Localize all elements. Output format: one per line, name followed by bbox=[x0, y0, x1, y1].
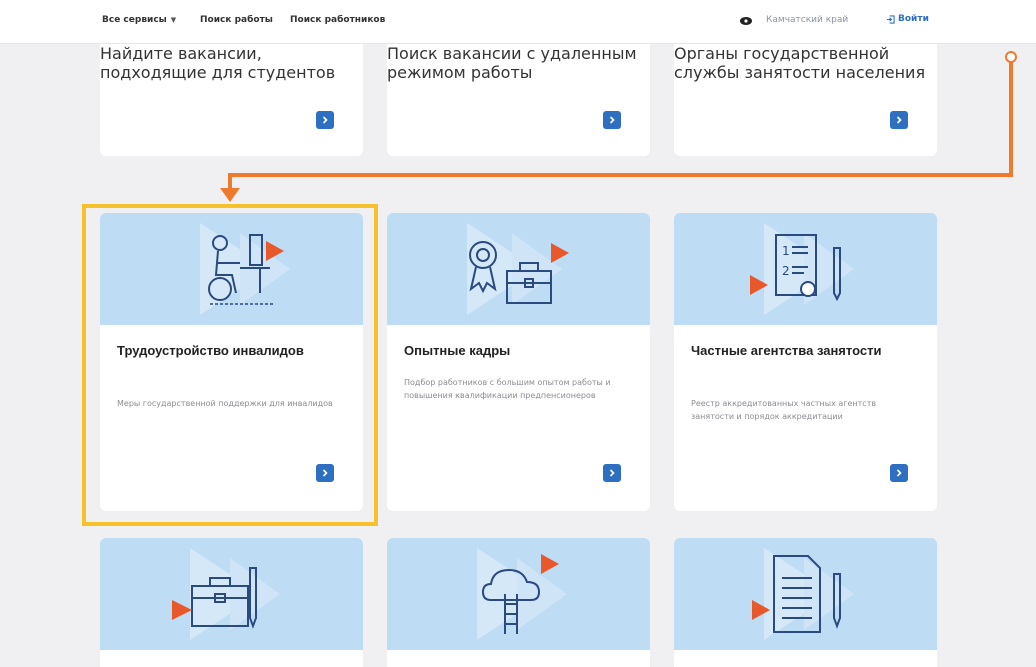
card-students: Найдите вакансии, подходящие для студент… bbox=[100, 44, 363, 156]
card-banner bbox=[100, 213, 363, 325]
card-description: Поиск вакансии с удаленным режимом работ… bbox=[387, 44, 637, 82]
card-description: Реестр аккредитованных частных агентств … bbox=[691, 399, 877, 421]
login-icon bbox=[886, 14, 895, 24]
nav-all-services[interactable]: Все сервисы ▼ bbox=[102, 15, 176, 25]
card-description: Органы государственной службы занятости … bbox=[674, 44, 926, 82]
card-open-button[interactable] bbox=[890, 111, 908, 129]
card-banner bbox=[100, 538, 363, 650]
card-banner bbox=[387, 213, 650, 325]
card-disabled-employment[interactable]: Трудоустройство инвалидов Меры государст… bbox=[100, 213, 363, 511]
chevron-right-icon bbox=[609, 469, 615, 477]
cloud-ladder-icon bbox=[477, 548, 567, 640]
eye-icon[interactable] bbox=[740, 17, 752, 25]
card-private-agencies[interactable]: 1 2 Частные агентства занятости Реестр а… bbox=[674, 213, 937, 511]
top-header: Все сервисы ▼ Поиск работы Поиск работник… bbox=[0, 0, 1036, 44]
certificate-document-icon: 1 2 bbox=[750, 223, 854, 315]
nav-all-services-label: Все сервисы bbox=[102, 15, 167, 25]
card-open-button[interactable] bbox=[890, 464, 908, 482]
card-title: Трудоустройство инвалидов bbox=[117, 343, 304, 358]
card-banner bbox=[387, 538, 650, 650]
card-bottom-1[interactable] bbox=[100, 538, 363, 667]
login-label: Войти bbox=[898, 14, 929, 24]
card-remote-work: Поиск вакансии с удаленным режимом работ… bbox=[387, 44, 650, 156]
wheelchair-worker-icon bbox=[200, 223, 290, 315]
nav-job-search[interactable]: Поиск работы bbox=[200, 15, 273, 25]
card-description: Меры государственной поддержки для инвал… bbox=[117, 399, 333, 408]
card-experienced-staff[interactable]: Опытные кадры Подбор работников с больши… bbox=[387, 213, 650, 511]
chevron-right-icon bbox=[322, 116, 328, 124]
svg-text:1: 1 bbox=[782, 244, 790, 258]
card-title: Опытные кадры bbox=[404, 343, 511, 358]
login-button[interactable]: Войти bbox=[886, 14, 929, 24]
card-title: Частные агентства занятости bbox=[691, 343, 882, 358]
card-bottom-2[interactable] bbox=[387, 538, 650, 667]
region-selector[interactable]: Камчатский край bbox=[766, 15, 848, 25]
card-employment-services: Органы государственной службы занятости … bbox=[674, 44, 937, 156]
document-pen-icon bbox=[752, 548, 854, 640]
card-open-button[interactable] bbox=[603, 464, 621, 482]
card-description: Найдите вакансии, подходящие для студент… bbox=[100, 44, 336, 82]
card-open-button[interactable] bbox=[316, 111, 334, 129]
chevron-right-icon bbox=[322, 469, 328, 477]
card-description: Подбор работников с большим опытом работ… bbox=[404, 378, 611, 400]
nav-worker-search[interactable]: Поиск работников bbox=[290, 15, 385, 25]
card-bottom-3[interactable] bbox=[674, 538, 937, 667]
chevron-right-icon bbox=[896, 116, 902, 124]
award-briefcase-icon bbox=[467, 223, 569, 315]
chevron-right-icon bbox=[609, 116, 615, 124]
card-banner bbox=[674, 538, 937, 650]
briefcase-pen-icon bbox=[172, 548, 280, 640]
svg-text:2: 2 bbox=[782, 264, 790, 278]
chevron-right-icon bbox=[896, 469, 902, 477]
card-banner: 1 2 bbox=[674, 213, 937, 325]
chevron-down-icon: ▼ bbox=[170, 16, 177, 24]
card-open-button[interactable] bbox=[316, 464, 334, 482]
card-open-button[interactable] bbox=[603, 111, 621, 129]
